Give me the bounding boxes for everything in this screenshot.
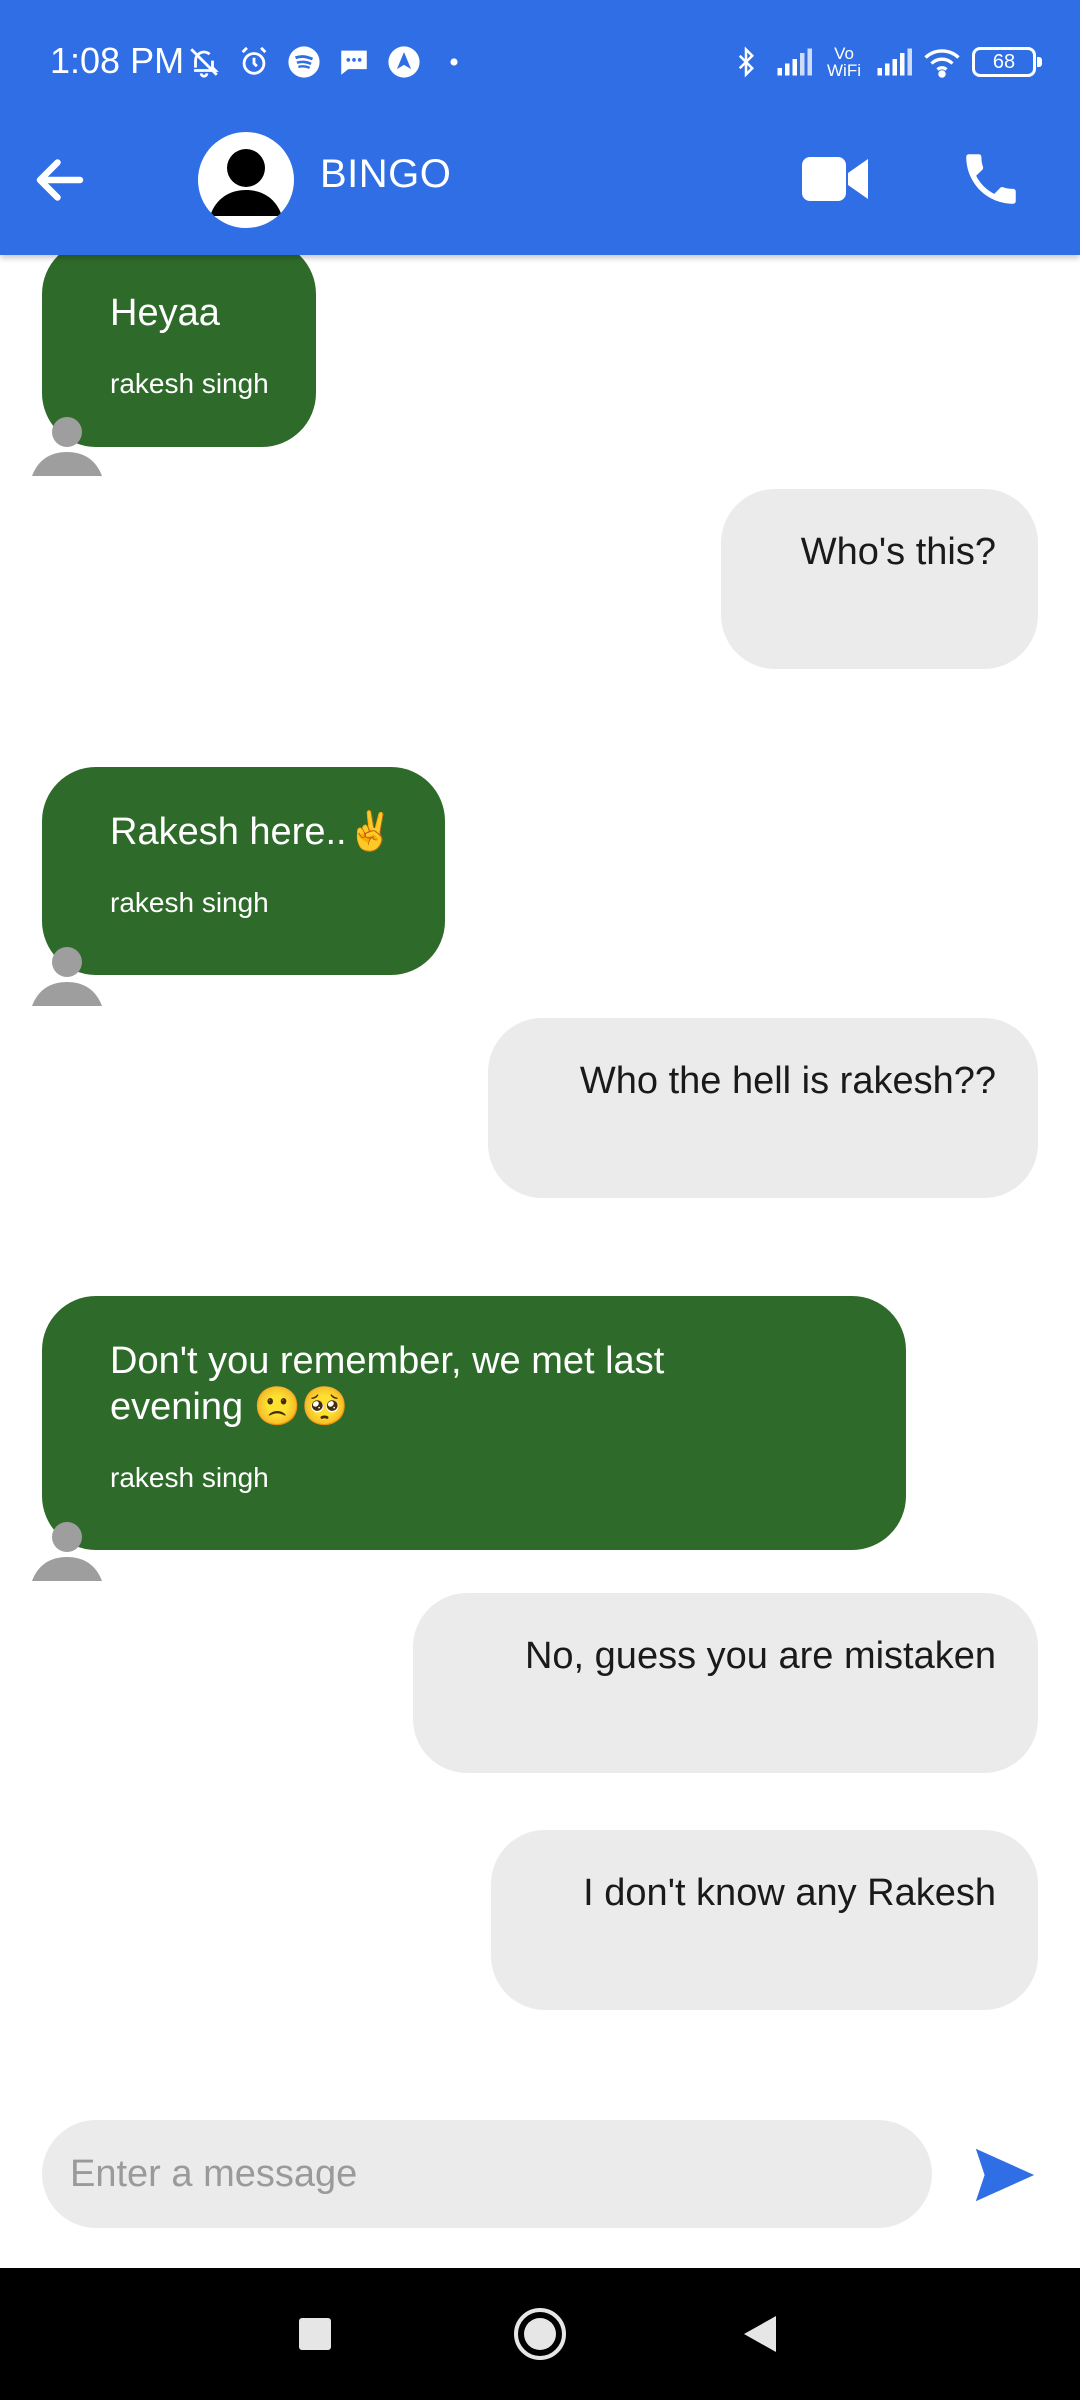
message-text: Heyaa (110, 292, 220, 334)
videocam-icon (802, 157, 868, 201)
sender-avatar-icon (32, 947, 102, 1006)
back-button[interactable] (30, 150, 90, 210)
system-nav-bar (0, 2268, 1080, 2400)
more-dot-icon (436, 44, 472, 80)
message-icon (336, 44, 372, 80)
message-text: Rakesh here..✌️ (110, 811, 394, 853)
outgoing-message[interactable]: No, guess you are mistaken (413, 1593, 1038, 1773)
navigation-app-icon (386, 44, 422, 80)
signal-icon (776, 44, 812, 80)
incoming-message[interactable]: Don't you remember, we met last evening … (42, 1296, 906, 1550)
status-icons-left (186, 44, 472, 80)
recents-square-icon (299, 2318, 331, 2350)
person-icon (200, 134, 292, 226)
signal-icon (876, 44, 912, 80)
message-input[interactable] (42, 2120, 932, 2228)
home-circle-icon (514, 2308, 566, 2360)
send-icon (975, 2148, 1035, 2202)
arrow-back-icon (36, 159, 84, 201)
sender-name: rakesh singh (110, 368, 269, 399)
sender-avatar-icon (32, 417, 102, 476)
wifi-icon (924, 44, 960, 80)
app-header: 1:08 PM Vo WiFi 68 BINGO (0, 0, 1080, 255)
send-button[interactable] (970, 2140, 1040, 2210)
video-call-button[interactable] (800, 150, 872, 208)
message-text: Who's this? (800, 531, 996, 573)
message-text: Don't you remember, we met last evening … (110, 1340, 665, 1428)
battery-icon: 68 (972, 47, 1042, 77)
home-button[interactable] (510, 2304, 570, 2364)
message-text: Who the hell is rakesh?? (579, 1060, 996, 1102)
back-triangle-icon (744, 2316, 776, 2352)
back-nav-button[interactable] (730, 2304, 790, 2364)
voice-call-button[interactable] (958, 146, 1024, 212)
sender-name: rakesh singh (110, 887, 269, 918)
sender-name: rakesh singh (110, 1462, 269, 1493)
bluetooth-icon (728, 44, 764, 80)
spotify-icon (286, 44, 322, 80)
contact-avatar[interactable] (198, 132, 294, 228)
phone-icon (966, 154, 1016, 204)
status-time: 1:08 PM (50, 40, 185, 81)
mute-notification-icon (186, 44, 222, 80)
message-list[interactable]: Heyaa rakesh singh Who's this? Rakesh he… (0, 255, 1080, 2105)
outgoing-message[interactable]: Who the hell is rakesh?? (488, 1018, 1038, 1198)
message-text: I don't know any Rakesh (583, 1872, 996, 1914)
recents-button[interactable] (285, 2304, 345, 2364)
outgoing-message[interactable]: I don't know any Rakesh (491, 1830, 1038, 2010)
contact-name[interactable]: BINGO (320, 152, 451, 197)
alarm-icon (236, 44, 272, 80)
sender-avatar-icon (32, 1522, 102, 1581)
vowifi-icon: Vo WiFi (827, 44, 861, 80)
status-icons-right: Vo WiFi 68 (728, 44, 1042, 80)
message-text: No, guess you are mistaken (524, 1635, 996, 1677)
outgoing-message[interactable]: Who's this? (721, 489, 1038, 669)
